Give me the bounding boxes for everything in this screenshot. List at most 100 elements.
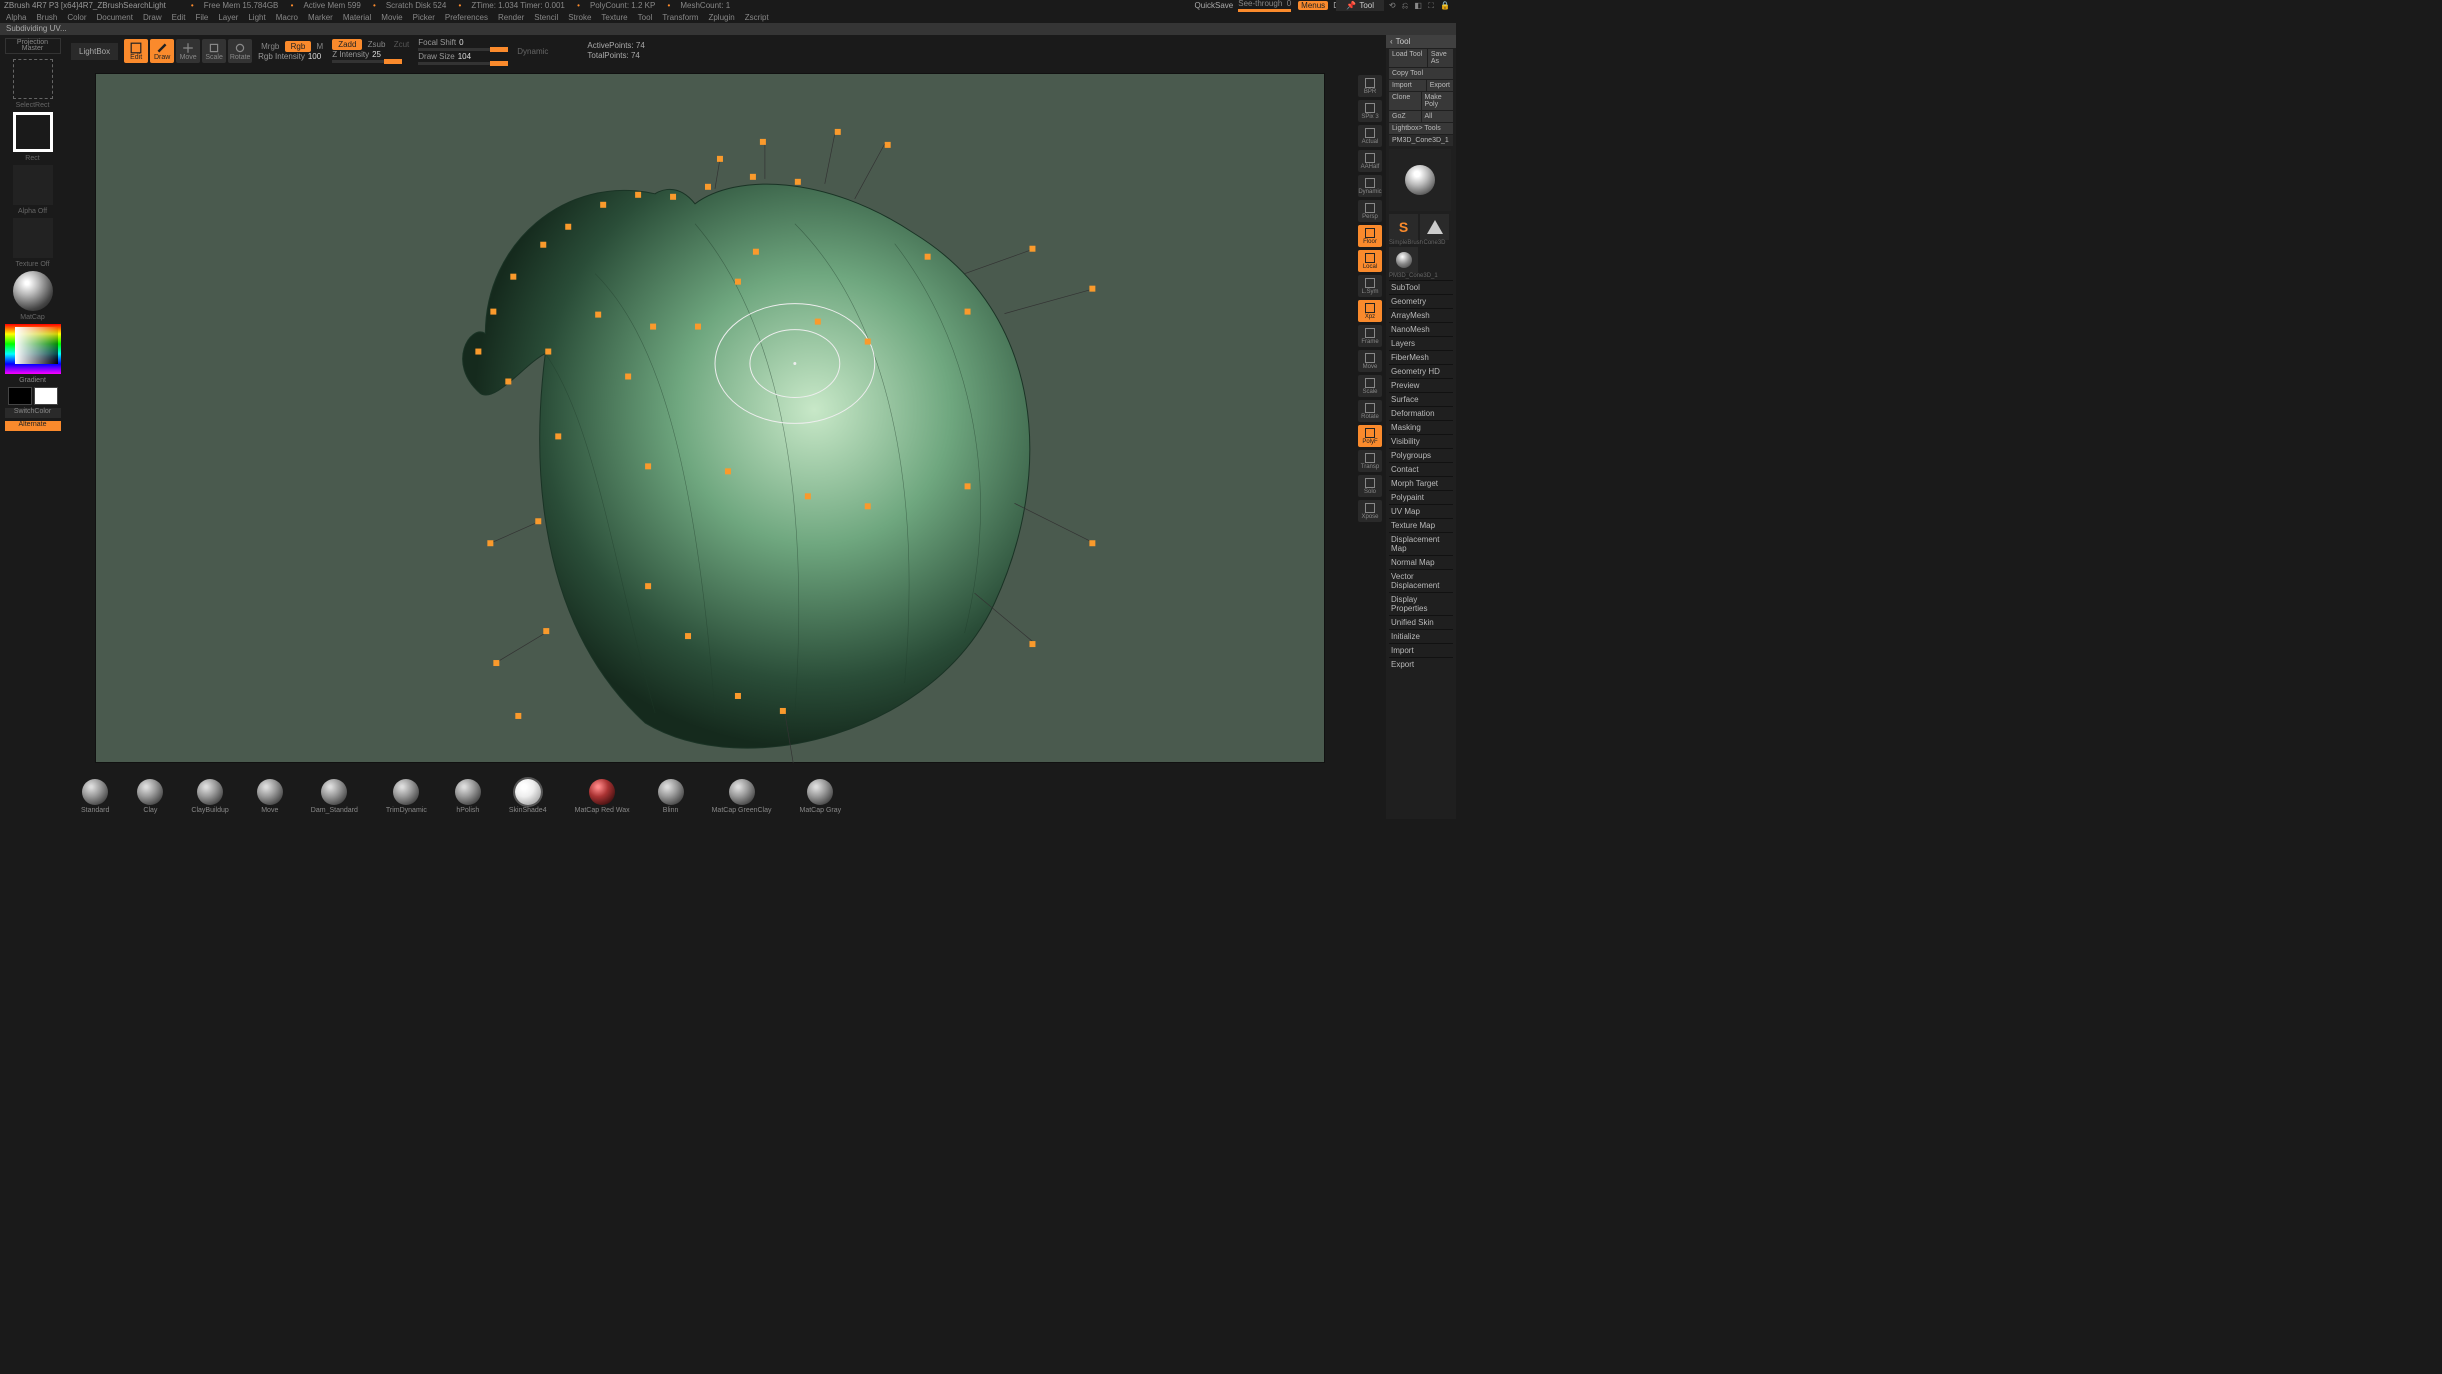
tool-section-normal-map[interactable]: Normal Map xyxy=(1389,555,1453,569)
tool-section-nanomesh[interactable]: NanoMesh xyxy=(1389,322,1453,336)
menu-stencil[interactable]: Stencil xyxy=(534,13,558,22)
rect-swatch[interactable] xyxy=(13,112,53,152)
m-toggle[interactable]: M xyxy=(314,41,327,52)
tool-section-geometry[interactable]: Geometry xyxy=(1389,294,1453,308)
quick-actual[interactable]: Actual xyxy=(1358,125,1382,147)
brush-slot-dam_standard[interactable]: Dam_Standard xyxy=(311,779,358,814)
secondary-color-swatch[interactable] xyxy=(8,387,32,405)
tool-section-layers[interactable]: Layers xyxy=(1389,336,1453,350)
quick-spix3[interactable]: SPix 3 xyxy=(1358,100,1382,122)
material-swatch[interactable] xyxy=(13,271,53,311)
goz-button[interactable]: GoZ xyxy=(1389,111,1421,122)
draw-button[interactable]: Draw xyxy=(150,39,174,63)
quick-xpz[interactable]: Xpz xyxy=(1358,300,1382,322)
quick-aahalf[interactable]: AAHalf xyxy=(1358,150,1382,172)
menu-zscript[interactable]: Zscript xyxy=(745,13,769,22)
quick-xpose[interactable]: Xpose xyxy=(1358,500,1382,522)
tool-section-surface[interactable]: Surface xyxy=(1389,392,1453,406)
tool-section-morph-target[interactable]: Morph Target xyxy=(1389,476,1453,490)
tool-section-initialize[interactable]: Initialize xyxy=(1389,629,1453,643)
tool-section-vector-displacement[interactable]: Vector Displacement xyxy=(1389,569,1453,592)
primary-color-swatch[interactable] xyxy=(34,387,58,405)
tool-palette-tab[interactable]: 📌Tool xyxy=(1336,0,1384,11)
menu-edit[interactable]: Edit xyxy=(172,13,186,22)
tool-section-subtool[interactable]: SubTool xyxy=(1389,280,1453,294)
tool-section-displacement-map[interactable]: Displacement Map xyxy=(1389,532,1453,555)
import-button[interactable]: Import xyxy=(1389,80,1426,91)
menu-light[interactable]: Light xyxy=(248,13,265,22)
projection-master-button[interactable]: Projection Master xyxy=(5,38,61,54)
simplebrush-thumb[interactable]: S xyxy=(1389,214,1418,240)
goz-all-button[interactable]: All xyxy=(1422,111,1454,122)
pm3d-cone-thumb[interactable] xyxy=(1389,247,1418,273)
dynamic-toggle[interactable]: Dynamic xyxy=(514,46,551,57)
brush-slot-matcap-red-wax[interactable]: MatCap Red Wax xyxy=(575,779,630,814)
viewport-canvas[interactable] xyxy=(95,73,1325,763)
menu-file[interactable]: File xyxy=(195,13,208,22)
tool-section-geometry-hd[interactable]: Geometry HD xyxy=(1389,364,1453,378)
scale-button[interactable]: Scale xyxy=(202,39,226,63)
texture-swatch[interactable] xyxy=(13,218,53,258)
tool-section-polypaint[interactable]: Polypaint xyxy=(1389,490,1453,504)
quick-solo[interactable]: Solo xyxy=(1358,475,1382,497)
brush-slot-clay[interactable]: Clay xyxy=(137,779,163,814)
brush-slot-trimdynamic[interactable]: TrimDynamic xyxy=(386,779,427,814)
tool-section-export[interactable]: Export xyxy=(1389,657,1453,671)
menu-preferences[interactable]: Preferences xyxy=(445,13,488,22)
stroke-swatch[interactable] xyxy=(13,59,53,99)
zcut-toggle[interactable]: Zcut xyxy=(391,39,413,50)
load-tool-button[interactable]: Load Tool xyxy=(1389,49,1427,67)
quick-scale[interactable]: Scale xyxy=(1358,375,1382,397)
rotate-button[interactable]: Rotate xyxy=(228,39,252,63)
menu-tool[interactable]: Tool xyxy=(638,13,653,22)
menu-stroke[interactable]: Stroke xyxy=(568,13,591,22)
menu-texture[interactable]: Texture xyxy=(601,13,627,22)
color-picker[interactable] xyxy=(5,324,61,374)
menu-material[interactable]: Material xyxy=(343,13,371,22)
menu-brush[interactable]: Brush xyxy=(36,13,57,22)
menu-layer[interactable]: Layer xyxy=(218,13,238,22)
rgb-toggle[interactable]: Rgb xyxy=(285,41,312,52)
tool-section-arraymesh[interactable]: ArrayMesh xyxy=(1389,308,1453,322)
zadd-toggle[interactable]: Zadd xyxy=(332,39,362,50)
brush-slot-claybuildup[interactable]: ClayBuildup xyxy=(191,779,228,814)
menu-picker[interactable]: Picker xyxy=(413,13,435,22)
focal-shift-slider[interactable]: Focal Shift0 xyxy=(418,38,508,47)
quick-bpr[interactable]: BPR xyxy=(1358,75,1382,97)
brush-slot-skinshade4[interactable]: SkinShade4 xyxy=(509,779,547,814)
menu-color[interactable]: Color xyxy=(67,13,86,22)
mrgb-toggle[interactable]: Mrgb xyxy=(258,41,282,52)
quick-lsym[interactable]: L.Sym xyxy=(1358,275,1382,297)
quick-move[interactable]: Move xyxy=(1358,350,1382,372)
quicksave-button[interactable]: QuickSave xyxy=(1195,1,1234,10)
tool-section-masking[interactable]: Masking xyxy=(1389,420,1453,434)
z-intensity-slider[interactable]: Z Intensity25 xyxy=(332,50,412,59)
copy-tool-button[interactable]: Copy Tool xyxy=(1389,68,1453,79)
menu-zplugin[interactable]: Zplugin xyxy=(708,13,734,22)
menus-button[interactable]: Menus xyxy=(1298,1,1328,10)
make-polymesh-button[interactable]: Make Poly xyxy=(1422,92,1454,110)
quick-dynamic[interactable]: Dynamic xyxy=(1358,175,1382,197)
tool-section-visibility[interactable]: Visibility xyxy=(1389,434,1453,448)
clone-button[interactable]: Clone xyxy=(1389,92,1421,110)
quick-persp[interactable]: Persp xyxy=(1358,200,1382,222)
brush-slot-hpolish[interactable]: hPolish xyxy=(455,779,481,814)
quick-polyf[interactable]: PolyF xyxy=(1358,425,1382,447)
brush-slot-blinn[interactable]: Blinn xyxy=(658,779,684,814)
alternate-button[interactable]: Alternate xyxy=(5,421,61,431)
seethrough-slider[interactable]: See-through 0 xyxy=(1238,0,1291,12)
export-button[interactable]: Export xyxy=(1427,80,1453,91)
brush-slot-standard[interactable]: Standard xyxy=(81,779,109,814)
menu-draw[interactable]: Draw xyxy=(143,13,162,22)
menu-transform[interactable]: Transform xyxy=(662,13,698,22)
menu-document[interactable]: Document xyxy=(97,13,133,22)
tool-section-fibermesh[interactable]: FiberMesh xyxy=(1389,350,1453,364)
move-button[interactable]: Move xyxy=(176,39,200,63)
tool-section-contact[interactable]: Contact xyxy=(1389,462,1453,476)
tool-section-polygroups[interactable]: Polygroups xyxy=(1389,448,1453,462)
quick-floor[interactable]: Floor xyxy=(1358,225,1382,247)
draw-size-slider[interactable]: Draw Size104 xyxy=(418,52,508,61)
lightbox-button[interactable]: LightBox xyxy=(71,43,118,60)
menu-movie[interactable]: Movie xyxy=(381,13,402,22)
menu-render[interactable]: Render xyxy=(498,13,524,22)
